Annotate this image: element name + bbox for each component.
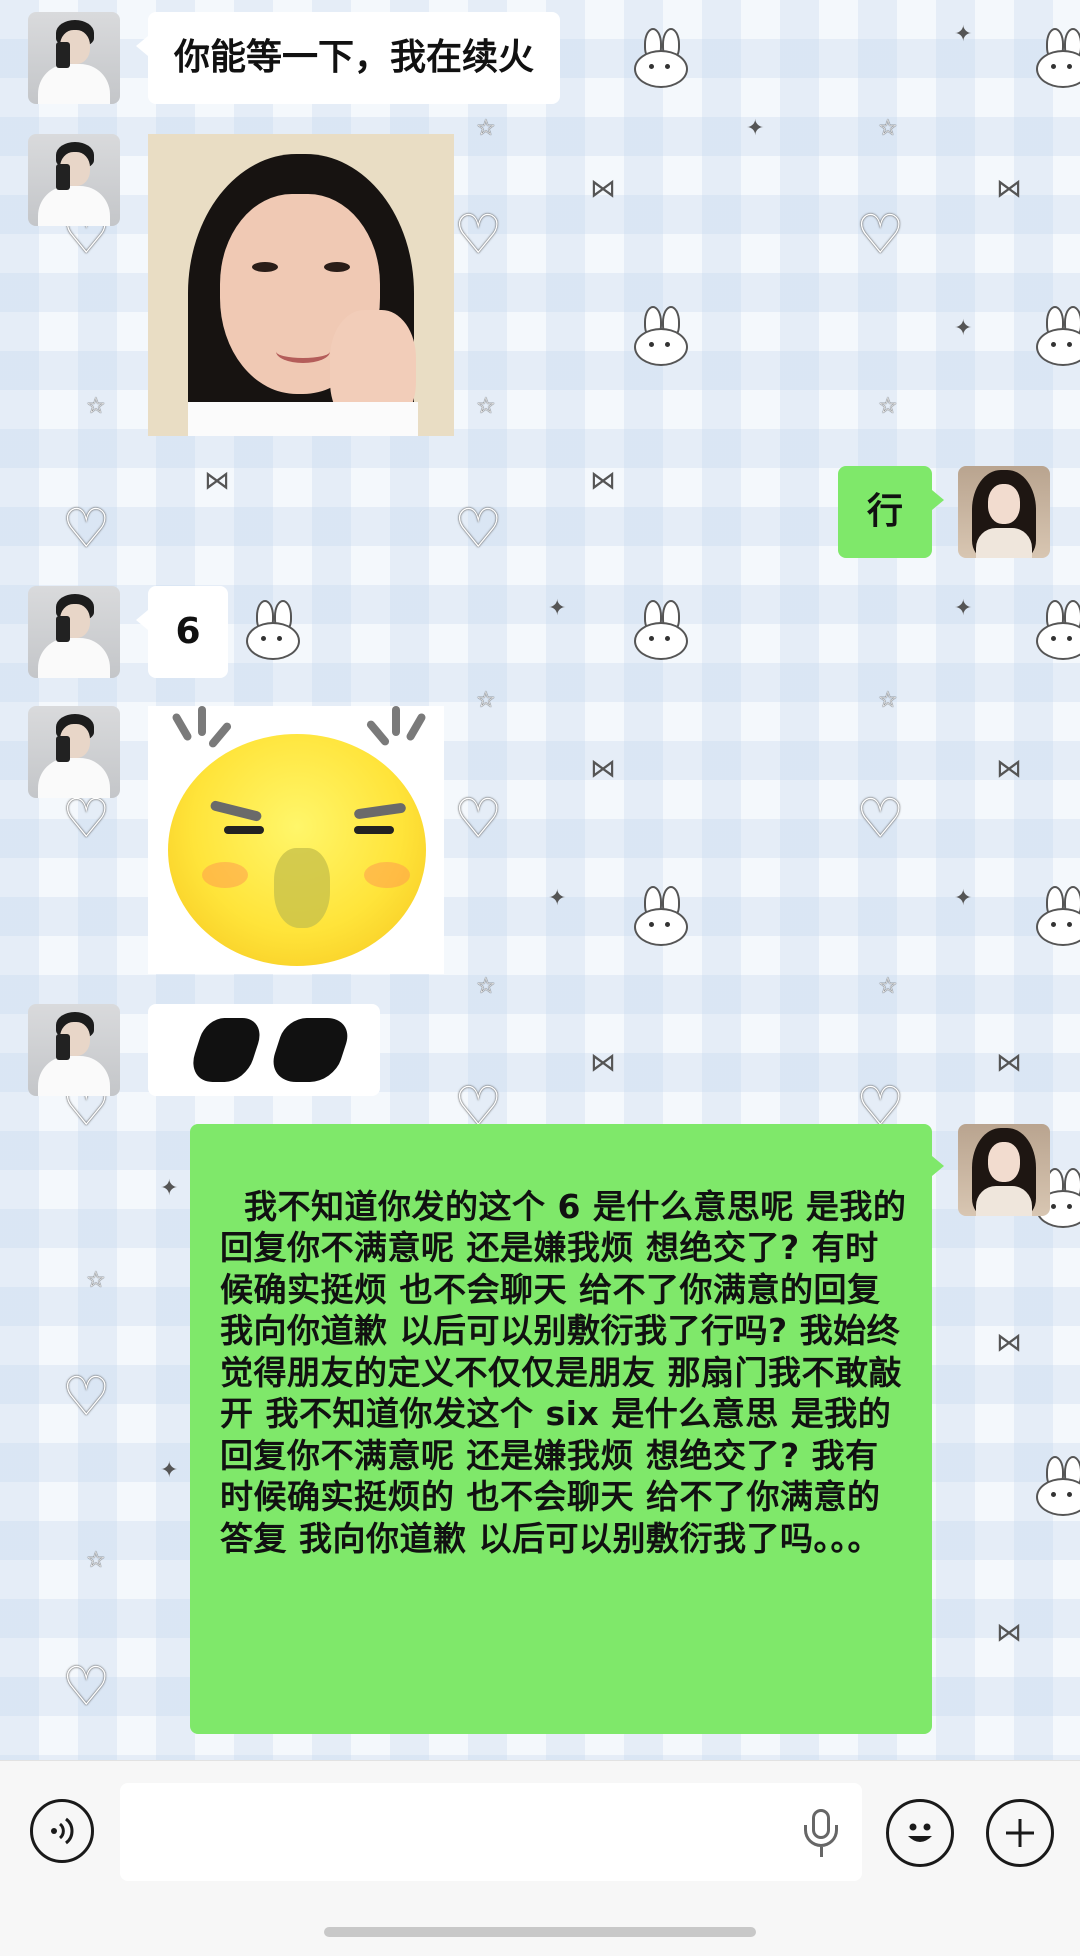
more-options-button[interactable]	[986, 1799, 1054, 1867]
message-bubble-sent[interactable]: 行	[838, 466, 944, 558]
sparkle-decor: ✦	[954, 316, 973, 341]
sparkle-decor: ✦	[160, 1176, 179, 1201]
voice-icon	[51, 1817, 74, 1845]
bow-decor: ⋈	[996, 1328, 1022, 1358]
heart-decor: ♡	[454, 787, 503, 850]
friend-avatar[interactable]	[28, 12, 120, 104]
heart-decor: ♡	[62, 1655, 111, 1718]
bunny-sticker-decor	[1034, 306, 1080, 366]
star-decor: ☆	[476, 116, 496, 141]
heart-decor: ♡	[856, 203, 905, 266]
home-indicator[interactable]	[324, 1927, 756, 1937]
friend-avatar[interactable]	[28, 1004, 120, 1096]
message-text: 我不知道你发的这个 6 是什么意思呢 是我的回复你不满意呢 还是嫌我烦 想绝交了…	[220, 1186, 907, 1558]
bow-decor: ⋈	[590, 174, 616, 204]
bow-decor: ⋈	[996, 754, 1022, 784]
heart-decor: ♡	[62, 1365, 111, 1428]
star-decor: ☆	[878, 116, 898, 141]
friend-avatar[interactable]	[28, 706, 120, 798]
star-decor: ☆	[878, 974, 898, 999]
bow-decor: ⋈	[590, 1048, 616, 1078]
sparkle-decor: ✦	[548, 886, 567, 911]
message-text: 你能等一下，我在续火	[174, 37, 535, 78]
friend-avatar[interactable]	[28, 134, 120, 226]
emoji-icon	[908, 1823, 932, 1842]
message-bubble-received[interactable]: 你能等一下，我在续火	[135, 12, 561, 104]
heart-decor: ♡	[454, 203, 503, 266]
heart-decor: ♡	[454, 497, 503, 560]
star-decor: ☆	[476, 974, 496, 999]
star-decor: ☆	[86, 1268, 106, 1293]
bow-decor: ⋈	[204, 466, 230, 496]
sparkle-decor: ✦	[954, 596, 973, 621]
plus-icon	[1006, 1819, 1034, 1847]
photo-sticker-message[interactable]	[148, 134, 454, 436]
heart-decor: ♡	[856, 787, 905, 850]
bunny-sticker-decor	[632, 306, 688, 366]
chat-input-toolbar	[0, 1760, 1080, 1956]
message-text: 6	[175, 611, 201, 652]
bunny-sticker-decor	[1034, 600, 1080, 660]
bunny-sticker-decor	[1034, 886, 1080, 946]
message-bubble-received[interactable]: 6	[136, 586, 228, 678]
star-decor: ☆	[878, 394, 898, 419]
bunny-sticker-decor	[632, 886, 688, 946]
star-decor: ☆	[476, 688, 496, 713]
bow-decor: ⋈	[590, 754, 616, 784]
bow-decor: ⋈	[996, 1048, 1022, 1078]
star-decor: ☆	[86, 1548, 106, 1573]
sparkle-decor: ✦	[954, 886, 973, 911]
bow-decor: ⋈	[590, 466, 616, 496]
voice-toggle-button[interactable]	[30, 1799, 94, 1863]
heart-decor: ♡	[62, 497, 111, 560]
heart-decor: ♡	[62, 787, 111, 850]
message-text: 行	[866, 491, 903, 532]
emoji-sticker-message[interactable]	[148, 706, 444, 974]
bow-decor: ⋈	[996, 174, 1022, 204]
star-decor: ☆	[86, 394, 106, 419]
sparkle-decor: ✦	[954, 22, 973, 47]
bunny-sticker-decor	[1034, 1456, 1080, 1516]
bunny-sticker-decor	[244, 600, 300, 660]
emoji-button[interactable]	[886, 1799, 954, 1867]
friend-avatar[interactable]	[28, 586, 120, 678]
sparkle-decor: ✦	[746, 116, 765, 141]
bunny-sticker-decor	[632, 28, 688, 88]
bunny-sticker-decor	[1034, 28, 1080, 88]
star-decor: ☆	[476, 394, 496, 419]
mic-icon[interactable]	[800, 1809, 842, 1859]
message-bubble-sent-long[interactable]: 我不知道你发的这个 6 是什么意思呢 是我的回复你不满意呢 还是嫌我烦 想绝交了…	[190, 1124, 944, 1734]
scribble-sticker-message[interactable]	[148, 1004, 380, 1096]
sparkle-decor: ✦	[548, 596, 567, 621]
sparkle-decor: ✦	[160, 1458, 179, 1483]
bow-decor: ⋈	[996, 1618, 1022, 1648]
my-avatar[interactable]	[958, 466, 1050, 558]
message-input[interactable]	[120, 1783, 862, 1881]
bunny-sticker-decor	[632, 600, 688, 660]
my-avatar[interactable]	[958, 1124, 1050, 1216]
star-decor: ☆	[878, 688, 898, 713]
